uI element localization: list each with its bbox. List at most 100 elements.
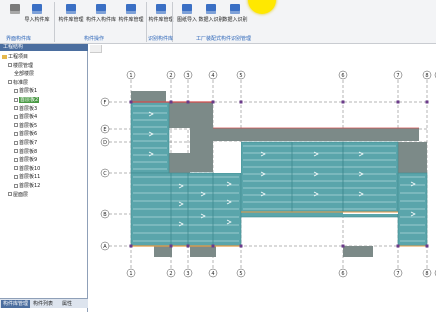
tree-item[interactable]: 首层板6 bbox=[14, 131, 37, 138]
column-marker bbox=[169, 244, 173, 248]
precast-slab bbox=[130, 172, 242, 247]
drawing-icon bbox=[182, 4, 192, 14]
tree-item[interactable]: 首层板8 bbox=[14, 149, 37, 156]
precast-slab bbox=[342, 141, 399, 213]
tree-item-label: 首层板4 bbox=[19, 114, 38, 121]
axis-bubble-top-label: 3 bbox=[186, 73, 189, 79]
ribbon-group-label: 界面构件库 bbox=[6, 36, 32, 42]
axis-bubble-left-label: E bbox=[103, 127, 106, 133]
ribbon-separator bbox=[54, 2, 55, 42]
tree-item-label: 首层板5 bbox=[19, 122, 38, 129]
column-marker bbox=[211, 244, 215, 248]
checkbox-icon[interactable] bbox=[14, 114, 18, 119]
tree-item-label: 首层板1 bbox=[19, 88, 38, 95]
tree-item[interactable]: 首层板10 bbox=[14, 166, 40, 173]
panel-tab[interactable]: 构件列表 bbox=[31, 300, 55, 308]
panel-tab[interactable]: 构件库管理 bbox=[1, 300, 31, 308]
column-marker bbox=[425, 244, 429, 248]
ribbon-button-label: 数据入识别 bbox=[222, 17, 248, 23]
checkbox-icon[interactable] bbox=[14, 106, 18, 111]
edit-icon bbox=[230, 4, 240, 14]
tree-item[interactable]: 标准层 bbox=[8, 80, 28, 87]
checkbox-icon[interactable] bbox=[14, 123, 18, 128]
axis-bubble-top-label: 4 bbox=[211, 73, 214, 79]
axis-bubble-bottom-label: 4 bbox=[211, 271, 214, 277]
checkbox-icon[interactable] bbox=[14, 183, 18, 188]
tree-item[interactable]: 全部楼层 bbox=[14, 71, 34, 78]
axis-bubble-left-label: C bbox=[103, 171, 107, 177]
tree-item-label: 标准层 bbox=[13, 79, 29, 86]
checkbox-icon[interactable] bbox=[14, 140, 18, 145]
column-marker bbox=[341, 100, 345, 104]
wall-block bbox=[343, 246, 373, 257]
ribbon-toolbar: 导入构件库 构件库管理 构件入构件库 构件库管理 构件库管理 图纸导入 数据入识别 数据入识别… bbox=[0, 0, 436, 44]
ribbon-group-label: 识别构件库 bbox=[148, 36, 174, 42]
checkbox-icon[interactable] bbox=[14, 174, 18, 179]
checkbox-icon[interactable] bbox=[14, 166, 18, 171]
axis-bubble-left-label: A bbox=[103, 244, 107, 250]
wall-block bbox=[213, 128, 419, 141]
checkbox-icon[interactable] bbox=[8, 80, 12, 85]
tree-item[interactable]: 首层板5 bbox=[14, 123, 37, 130]
tree-item-label: 工程项目 bbox=[8, 54, 29, 60]
wall-block bbox=[398, 142, 427, 173]
axis-bubble-left-label: B bbox=[103, 212, 107, 218]
tree-item-label: 首层板2 bbox=[19, 97, 40, 103]
column-marker bbox=[211, 100, 215, 104]
ribbon-button-6[interactable]: 构件库管理 bbox=[148, 4, 174, 32]
wall-block bbox=[131, 91, 166, 102]
axis-bubble-top-label: 5 bbox=[239, 73, 242, 79]
axis-bubble-bottom-label: 6 bbox=[341, 271, 344, 277]
tree-item[interactable]: 楼层管理 bbox=[8, 63, 33, 70]
precast-slab bbox=[397, 172, 428, 247]
tree-item[interactable]: 首层板11 bbox=[14, 174, 40, 181]
tree-item[interactable]: 屋面层 bbox=[8, 192, 28, 199]
tree-item[interactable]: 首层板2 bbox=[14, 97, 40, 104]
ribbon-button-3[interactable]: 构件库管理 bbox=[58, 4, 84, 32]
tree-item-label: 首层板3 bbox=[19, 105, 38, 112]
wall-block bbox=[169, 153, 190, 173]
tree-item[interactable]: 首层板1 bbox=[14, 88, 37, 95]
ribbon-button-2[interactable]: 导入构件库 bbox=[24, 4, 50, 32]
wall-block bbox=[154, 246, 172, 257]
tree-item[interactable]: 工程项目 bbox=[2, 54, 28, 61]
axis-bubble-left-label: F bbox=[104, 100, 107, 106]
tree-item[interactable]: 首层板4 bbox=[14, 114, 37, 121]
tree-item[interactable]: 首层板9 bbox=[14, 157, 37, 164]
tree-item-label: 首层板7 bbox=[19, 140, 38, 146]
library-icon bbox=[66, 4, 76, 14]
checkbox-icon[interactable] bbox=[14, 131, 18, 136]
axis-bubble-left-label: D bbox=[103, 140, 107, 146]
manage-icon bbox=[126, 4, 136, 14]
ribbon-group-label: 工厂装配式构件识别管理 bbox=[196, 36, 252, 42]
tree-item-label: 首层板11 bbox=[19, 174, 41, 181]
column-marker bbox=[186, 244, 190, 248]
column-marker bbox=[239, 244, 243, 248]
tree-item-label: 楼层管理 bbox=[13, 62, 34, 69]
tree-item[interactable]: 首层板3 bbox=[14, 106, 37, 113]
tree-item[interactable]: 首层板7 bbox=[14, 140, 37, 147]
ribbon-button-label: 导入构件库 bbox=[24, 17, 50, 23]
ribbon-button-label: 构件库管理 bbox=[58, 17, 84, 23]
ribbon-button-4[interactable]: 构件入构件库 bbox=[86, 4, 116, 32]
tree-item[interactable]: 首层板12 bbox=[14, 183, 40, 190]
left-panel-tabs: 构件库管理 构件列表 属性 bbox=[0, 298, 88, 308]
checkbox-icon[interactable] bbox=[14, 97, 18, 102]
tree-item-label: 首层板10 bbox=[19, 165, 41, 172]
cursor-highlight-icon bbox=[248, 0, 276, 14]
axis-bubble-bottom-label: 5 bbox=[239, 271, 242, 277]
checkbox-icon[interactable] bbox=[14, 157, 18, 162]
checkbox-icon[interactable] bbox=[14, 149, 18, 154]
panel-tab[interactable]: 属性 bbox=[60, 300, 74, 308]
checkbox-icon[interactable] bbox=[14, 88, 18, 93]
import-icon bbox=[32, 4, 42, 14]
checkbox-icon[interactable] bbox=[8, 192, 12, 197]
window-icon bbox=[156, 4, 166, 14]
axis-bubble-top-label: 8 bbox=[425, 73, 428, 79]
ribbon-button-5[interactable]: 构件库管理 bbox=[118, 4, 144, 32]
ribbon-button-9[interactable]: 数据入识别 bbox=[222, 4, 248, 32]
column-marker bbox=[396, 244, 400, 248]
floor-plan-drawing[interactable]: 112233445566778899FEDCBA bbox=[89, 44, 436, 312]
checkbox-icon[interactable] bbox=[8, 63, 12, 68]
axis-bubble-bottom-label: 2 bbox=[169, 271, 172, 277]
